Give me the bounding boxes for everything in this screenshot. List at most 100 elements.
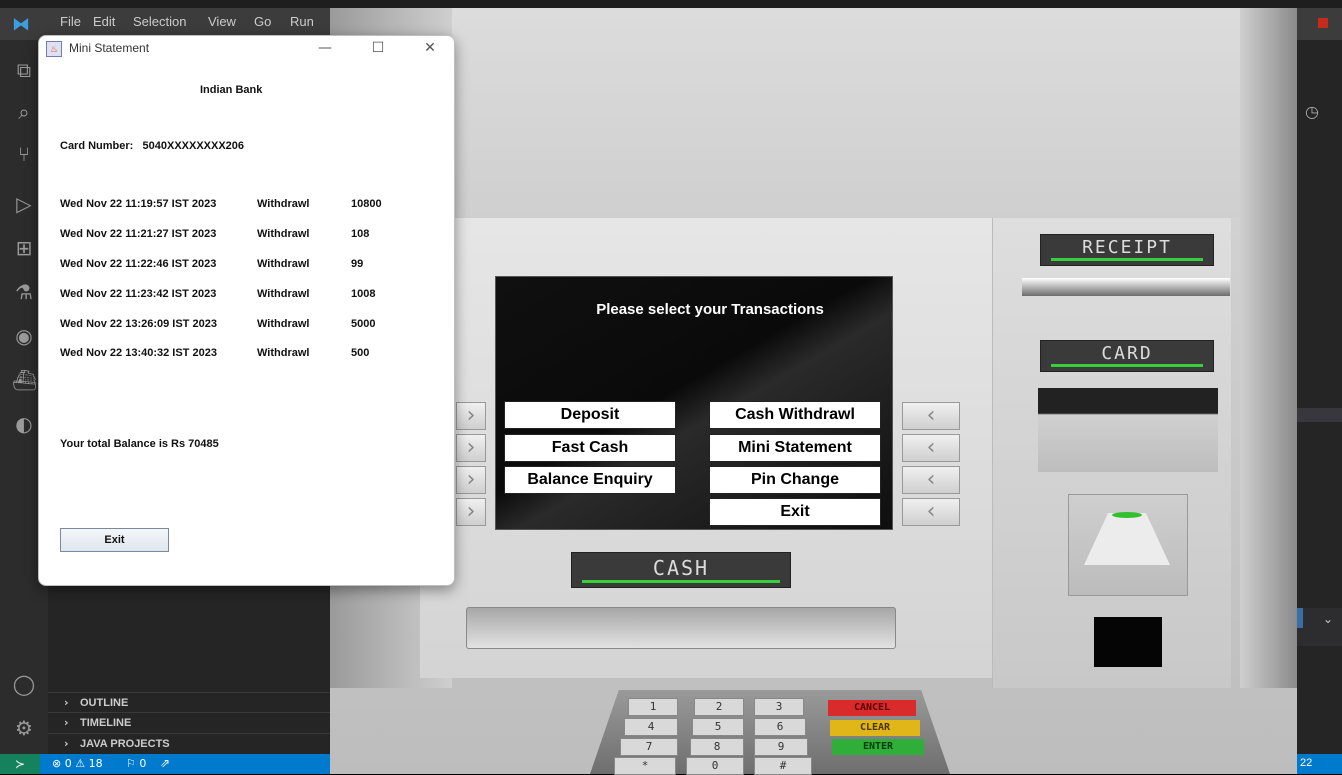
mini-statement-button[interactable]: Mini Statement xyxy=(709,434,881,462)
search-icon[interactable]: ⌕ xyxy=(12,100,36,124)
receipt-label: RECEIPT xyxy=(1040,234,1214,266)
section-label: TIMELINE xyxy=(80,717,132,729)
cash-dispenser-slot xyxy=(466,607,896,649)
keypad-3[interactable]: 3 xyxy=(754,698,804,716)
statement-exit-button[interactable]: Exit xyxy=(60,528,169,552)
pin-change-button[interactable]: Pin Change xyxy=(709,466,881,494)
left-side-key-icon[interactable]: › xyxy=(456,466,486,494)
chevron-right-icon: › xyxy=(64,716,69,729)
txn-date: Wed Nov 22 13:40:32 IST 2023 xyxy=(60,347,217,359)
txn-amount: 1008 xyxy=(351,288,376,300)
docker-icon[interactable]: ⛴ xyxy=(12,368,37,392)
txn-amount: 99 xyxy=(351,258,364,270)
fast-cash-button[interactable]: Fast Cash xyxy=(504,434,676,462)
menu-view[interactable]: View xyxy=(208,14,236,29)
right-side-key-icon[interactable]: ‹ xyxy=(902,402,960,430)
window-control-icon[interactable] xyxy=(1318,18,1328,28)
source-control-icon[interactable]: ⑂ xyxy=(12,142,36,166)
receipt-slot xyxy=(1022,278,1230,296)
run-debug-icon[interactable]: ▷ xyxy=(12,192,36,216)
keypad-enter[interactable]: ENTER xyxy=(832,739,924,755)
txn-amount: 500 xyxy=(351,347,370,359)
card-label: CARD xyxy=(1040,340,1214,372)
edge-icon[interactable]: ◐ xyxy=(12,412,36,436)
explorer-icon[interactable]: ⧉ xyxy=(12,58,36,82)
right-side-key-icon[interactable]: ‹ xyxy=(902,466,960,494)
github-icon[interactable]: ◉ xyxy=(12,324,36,348)
keypad-6[interactable]: 6 xyxy=(754,718,806,736)
close-icon[interactable]: ✕ xyxy=(415,38,445,58)
keypad-0[interactable]: 0 xyxy=(686,757,744,775)
keypad-clear[interactable]: CLEAR xyxy=(830,720,920,736)
remote-icon[interactable]: ≻ xyxy=(0,754,40,774)
ports-status[interactable]: ⚐ 0 xyxy=(126,757,146,770)
keypad-4[interactable]: 4 xyxy=(624,718,678,736)
balance-enquiry-button[interactable]: Balance Enquiry xyxy=(504,466,676,494)
txn-type: Withdrawl xyxy=(257,288,310,300)
testing-icon[interactable]: ⚗ xyxy=(12,280,36,304)
scroll-marker xyxy=(1297,608,1303,628)
menu-edit[interactable]: Edit xyxy=(93,14,115,29)
keypad-star[interactable]: * xyxy=(614,757,676,775)
camera-window xyxy=(1094,617,1162,667)
txn-type: Withdrawl xyxy=(257,347,310,359)
editor-right-strip: ◷ ⌄ xyxy=(1297,40,1342,754)
txn-amount: 108 xyxy=(351,228,370,240)
status-right[interactable]: 22 xyxy=(1300,757,1312,769)
cash-label: CASH xyxy=(571,552,791,588)
keypad-8[interactable]: 8 xyxy=(690,738,744,756)
card-number: Card Number: 5040XXXXXXXX206 xyxy=(60,140,245,152)
keypad-hash[interactable]: # xyxy=(754,757,812,775)
chevron-down-icon[interactable]: ⌄ xyxy=(1323,612,1333,626)
menu-selection[interactable]: Selection xyxy=(133,14,186,29)
receipt-text: RECEIPT xyxy=(1082,237,1172,258)
txn-type: Withdrawl xyxy=(257,318,310,330)
exit-button[interactable]: Exit xyxy=(709,498,881,526)
keypad-1[interactable]: 1 xyxy=(628,698,678,716)
keypad-7[interactable]: 7 xyxy=(620,738,678,756)
left-side-key-icon[interactable]: › xyxy=(456,402,486,430)
chevron-right-icon: › xyxy=(64,696,69,709)
card-slot xyxy=(1038,388,1218,472)
receipt-indicator xyxy=(1051,258,1203,261)
total-balance: Your total Balance is Rs 70485 xyxy=(60,438,219,450)
vscode-logo-icon: ⧓ xyxy=(12,14,30,35)
card-indicator xyxy=(1051,364,1203,367)
window-titlebar: ♨ Mini Statement — ☐ ✕ xyxy=(39,36,454,62)
live-share-icon[interactable]: ⇗ xyxy=(160,756,170,770)
clock-icon[interactable]: ◷ xyxy=(1305,102,1319,121)
minimize-icon[interactable]: — xyxy=(310,38,340,58)
right-side-key-icon[interactable]: ‹ xyxy=(902,434,960,462)
extensions-icon[interactable]: ⊞ xyxy=(12,236,36,260)
txn-date: Wed Nov 22 11:21:27 IST 2023 xyxy=(60,228,217,240)
deposit-button[interactable]: Deposit xyxy=(504,401,676,429)
screen-title: Please select your Transactions xyxy=(596,301,824,318)
keypad-cancel[interactable]: CANCEL xyxy=(828,700,916,716)
right-side-key-icon[interactable]: ‹ xyxy=(902,498,960,526)
txn-type: Withdrawl xyxy=(257,258,310,270)
txn-type: Withdrawl xyxy=(257,198,310,210)
cash-withdrawl-button[interactable]: Cash Withdrawl xyxy=(709,401,881,429)
txn-amount: 5000 xyxy=(351,318,376,330)
section-label: OUTLINE xyxy=(80,697,129,709)
keypad-9[interactable]: 9 xyxy=(754,738,808,756)
section-timeline[interactable]: › TIMELINE xyxy=(48,712,330,733)
txn-date: Wed Nov 22 11:22:46 IST 2023 xyxy=(60,258,217,270)
bank-name: Indian Bank xyxy=(200,84,263,96)
txn-date: Wed Nov 22 13:26:09 IST 2023 xyxy=(60,318,217,330)
section-java-projects[interactable]: › JAVA PROJECTS xyxy=(48,733,330,754)
menu-run[interactable]: Run xyxy=(290,14,314,29)
left-side-key-icon[interactable]: › xyxy=(456,434,486,462)
account-icon[interactable]: ◯ xyxy=(12,672,36,696)
section-label: JAVA PROJECTS xyxy=(80,738,170,750)
maximize-icon[interactable]: ☐ xyxy=(363,38,393,58)
keypad-5[interactable]: 5 xyxy=(692,718,744,736)
java-app-icon: ♨ xyxy=(46,41,62,57)
section-outline[interactable]: › OUTLINE xyxy=(48,692,330,713)
menu-file[interactable]: File xyxy=(60,14,81,29)
keypad-2[interactable]: 2 xyxy=(694,698,744,716)
menu-go[interactable]: Go xyxy=(254,14,271,29)
settings-gear-icon[interactable]: ⚙ xyxy=(12,716,36,740)
problems-status[interactable]: ⊗ 0 ⚠ 18 xyxy=(52,757,103,770)
left-side-key-icon[interactable]: › xyxy=(456,498,486,526)
